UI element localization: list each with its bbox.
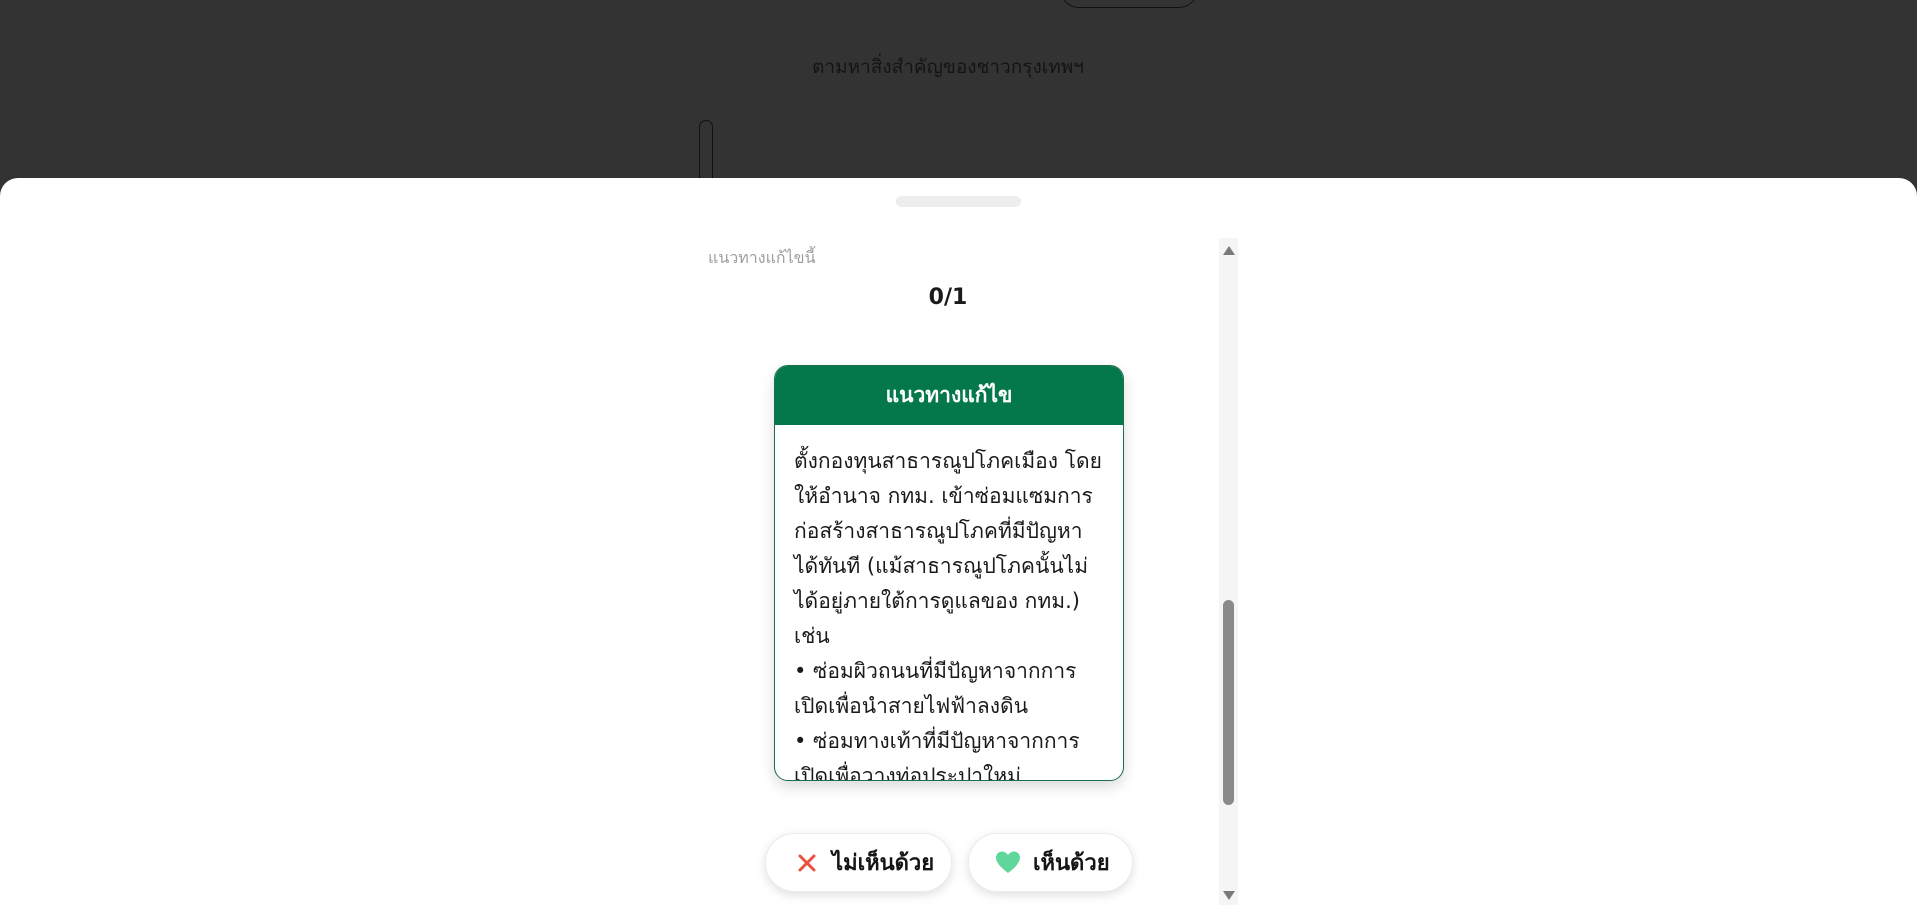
drag-handle[interactable] <box>896 196 1021 207</box>
agree-button-label: เห็นด้วย <box>1033 851 1110 876</box>
background-subtitle: ตามหาสิ่งสำคัญของชาวกรุงเทพฯ <box>812 56 1084 78</box>
solution-bullet-2: • ซ่อมทางเท้าที่มีปัญหาจากการเปิดเพื่อวา… <box>794 729 1080 781</box>
solution-bullet-1: • ซ่อมผิวถนนที่มีปัญหาจากการเปิดเพื่อนำส… <box>794 659 1077 718</box>
vote-counter: 0/1 <box>928 285 968 310</box>
solution-card-title: แนวทางแก้ไข <box>775 366 1123 425</box>
scrollbar-thumb[interactable] <box>1223 600 1234 805</box>
solution-card-body: ตั้งกองทุนสาธารณูปโภคเมือง โดยให้อำนาจ ก… <box>775 425 1123 781</box>
section-label: แนวทางแก้ไขนี้ <box>708 248 816 267</box>
scroll-down-arrow-icon[interactable] <box>1223 891 1235 900</box>
disagree-button[interactable]: ไม่เห็นด้วย <box>765 833 952 892</box>
scroll-up-arrow-icon[interactable] <box>1223 246 1235 255</box>
background-button <box>1060 0 1198 8</box>
solution-intro: ตั้งกองทุนสาธารณูปโภคเมือง โดยให้อำนาจ ก… <box>794 449 1102 648</box>
scrollbar[interactable] <box>1219 238 1238 905</box>
solution-card: แนวทางแก้ไข ตั้งกองทุนสาธารณูปโภคเมือง โ… <box>774 365 1124 781</box>
close-icon <box>793 849 821 877</box>
bottom-sheet: แนวทางแก้ไขนี้ 0/1 แนวทางแก้ไข ตั้งกองทุ… <box>0 178 1917 905</box>
heart-icon <box>994 849 1022 877</box>
disagree-button-label: ไม่เห็นด้วย <box>832 851 935 876</box>
agree-button[interactable]: เห็นด้วย <box>968 833 1133 892</box>
